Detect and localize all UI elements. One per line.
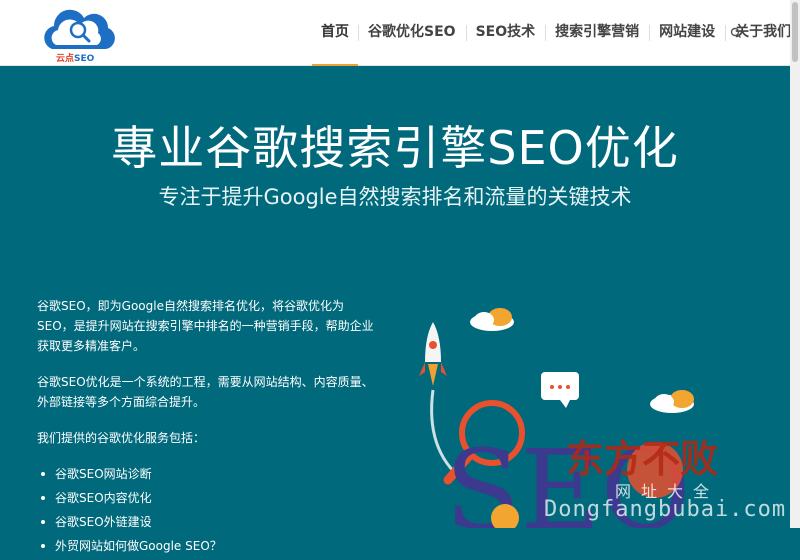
nav-item-web-build[interactable]: 网站建设: [649, 0, 725, 65]
services-heading: 我们提供的谷歌优化服务包括：: [37, 431, 206, 445]
list-item[interactable]: 外贸网站如何做Google SEO？: [41, 536, 377, 556]
intro-paragraph: 谷歌SEO，即为Google自然搜索排名优化，将谷歌优化为SEO，是提升网站在搜…: [37, 299, 374, 353]
logo-text-cn: 云点: [56, 54, 75, 64]
list-item[interactable]: 谷歌SEO内容优化: [41, 488, 377, 508]
list-item[interactable]: 谷歌SEO网站诊断: [41, 464, 377, 484]
watermark-text: Dongfangbubai.com: [544, 497, 787, 522]
list-item[interactable]: 谷歌SEO外链建设: [41, 512, 377, 532]
intro-content: 谷歌SEO，即为Google自然搜索排名优化，将谷歌优化为SEO，是提升网站在搜…: [37, 296, 377, 560]
hero-subtitle: 专注于提升Google自然搜索排名和流量的关键技术: [158, 185, 632, 209]
logo-text[interactable]: 云点SEO: [56, 51, 94, 64]
hero-title: 專业谷歌搜索引擎SEO优化: [111, 121, 679, 175]
seo-illustration: SEO: [419, 308, 694, 528]
watermark-cn: 东方不败: [566, 437, 719, 481]
cloud-icon: [470, 308, 514, 331]
intro-paragraph: 谷歌SEO优化是一个系统的工程，需要从网站结构、内容质量、外部链接等多个方面综合…: [37, 375, 374, 409]
chat-bubble-icon: [541, 372, 579, 408]
page-scrollbar[interactable]: [790, 0, 800, 528]
nav-item-seo-tech[interactable]: SEO技术: [465, 0, 546, 65]
nav-item-sem[interactable]: 搜索引擎营销: [545, 0, 649, 65]
logo-text-seo: SEO: [74, 54, 95, 64]
site-header: 云点SEO 首页 谷歌优化SEO SEO技术 搜索引擎营销 网站建设 关于我们 …: [0, 0, 791, 66]
nav-item-google-seo[interactable]: 谷歌优化SEO: [358, 0, 466, 65]
nav-item-home[interactable]: 首页: [312, 0, 358, 66]
cloud-icon: [650, 390, 694, 413]
rocket-icon: [419, 322, 447, 386]
search-icon[interactable]: [727, 24, 745, 42]
scrollbar-thumb[interactable]: [792, 2, 798, 62]
services-list: 谷歌SEO网站诊断 谷歌SEO内容优化 谷歌SEO外链建设 外贸网站如何做Goo…: [37, 464, 377, 556]
